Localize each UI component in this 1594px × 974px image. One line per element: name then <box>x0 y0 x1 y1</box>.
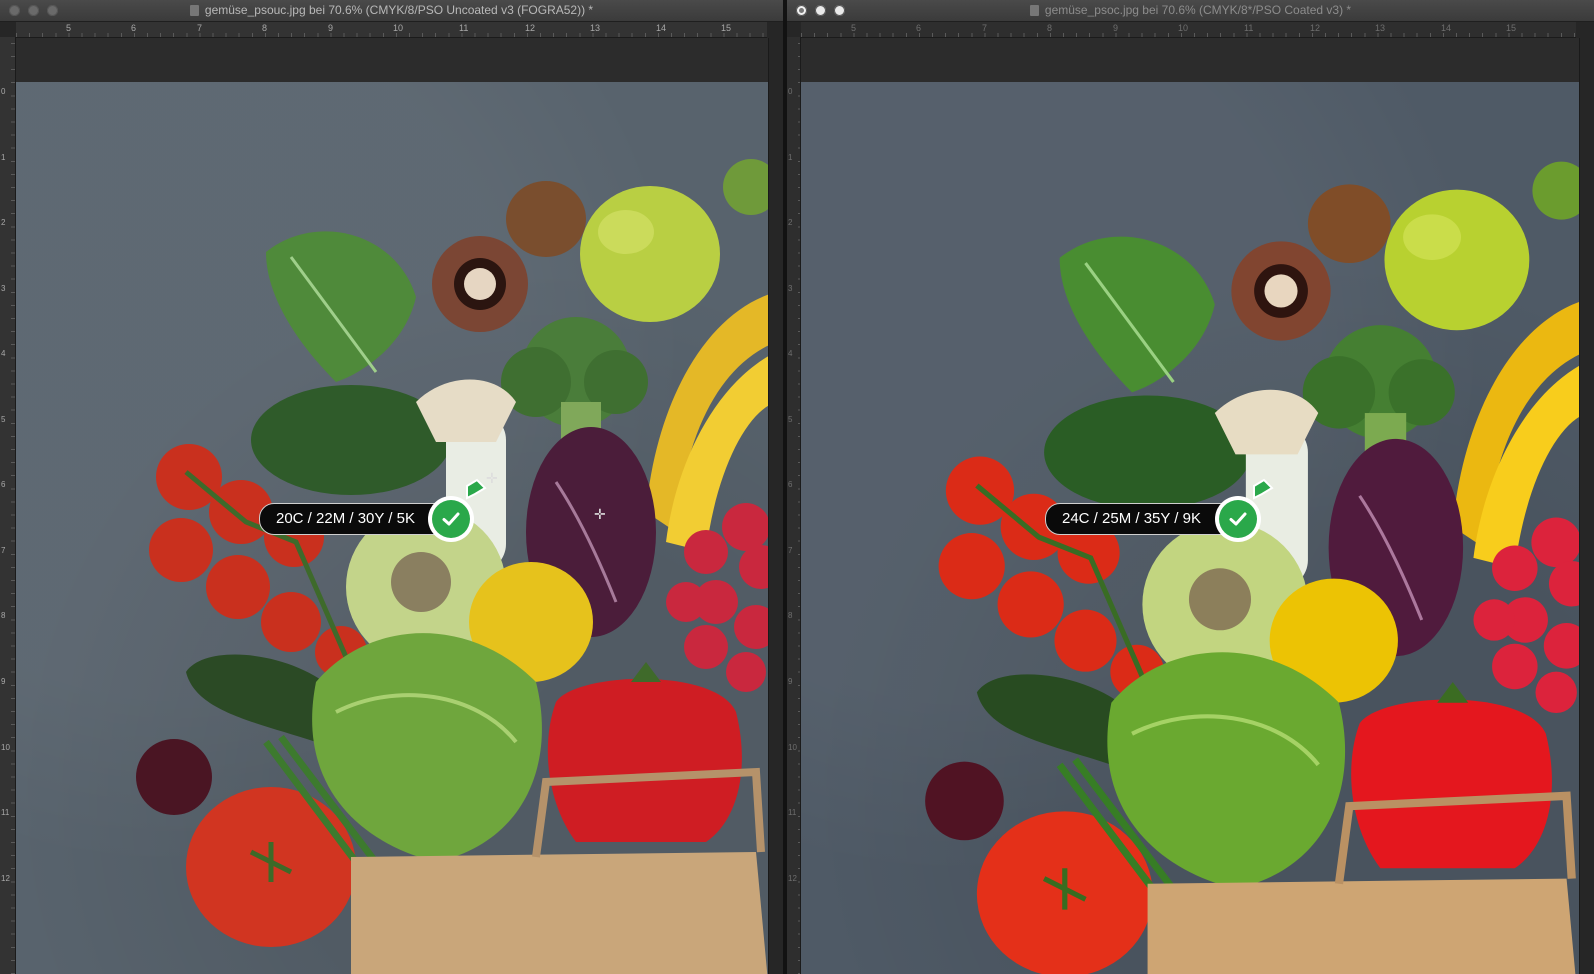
title-bar[interactable]: gemüse_psouc.jpg bei 70.6% (CMYK/8/PSO U… <box>0 0 783 22</box>
ruler-tick: 1 <box>788 153 793 162</box>
pasteboard <box>801 38 1580 82</box>
ruler-tick: 6 <box>788 480 793 489</box>
document-window-left[interactable]: gemüse_psouc.jpg bei 70.6% (CMYK/8/PSO U… <box>0 0 783 974</box>
ruler-tick: 8 <box>1 611 6 620</box>
ruler-tick: 9 <box>1113 23 1119 33</box>
crosshair-icon: ✛ <box>486 470 498 486</box>
ruler-tick: 12 <box>1 874 10 883</box>
ruler-tick: 3 <box>1 284 6 293</box>
ruler-tick: 5 <box>788 415 793 424</box>
check-circle-icon <box>428 496 474 542</box>
window-title: gemüse_psouc.jpg bei 70.6% (CMYK/8/PSO U… <box>0 0 783 21</box>
ruler-tick: 10 <box>788 743 797 752</box>
checkmark-glyph <box>1229 512 1247 526</box>
ruler-tick: 13 <box>1375 23 1386 33</box>
ruler-tick: 6 <box>131 23 137 33</box>
ruler-tick: 10 <box>393 23 404 33</box>
ruler-tick: 5 <box>66 23 72 33</box>
ruler-tick: 14 <box>656 23 667 33</box>
sampler-pointer-icon <box>466 478 487 500</box>
vertical-scrollbar[interactable] <box>768 38 783 974</box>
ruler-tick: 6 <box>916 23 922 33</box>
window-title: gemüse_psoc.jpg bei 70.6% (CMYK/8*/PSO C… <box>787 0 1594 21</box>
ruler-tick: 10 <box>1178 23 1189 33</box>
checkmark-glyph <box>442 512 460 526</box>
horizontal-ruler[interactable]: 5 6 7 8 9 10 11 12 13 14 15 <box>16 22 767 38</box>
ruler-tick: 8 <box>788 611 793 620</box>
ruler-tick: 8 <box>1047 23 1053 33</box>
document-icon <box>189 5 199 16</box>
ruler-tick: 12 <box>1310 23 1321 33</box>
crosshair-icon: ✛ <box>594 506 606 522</box>
ruler-tick: 5 <box>851 23 857 33</box>
ruler-tick: 12 <box>525 23 536 33</box>
ruler-tick: 9 <box>788 677 793 686</box>
ruler-tick: 8 <box>262 23 268 33</box>
ruler-tick: 2 <box>788 218 793 227</box>
title-bar[interactable]: gemüse_psoc.jpg bei 70.6% (CMYK/8*/PSO C… <box>787 0 1594 22</box>
ruler-tick: 13 <box>590 23 601 33</box>
vertical-ruler[interactable]: 0 1 2 3 4 5 6 7 8 9 10 11 12 <box>0 37 16 974</box>
ruler-tick: 11 <box>459 23 469 33</box>
ruler-tick: 5 <box>1 415 6 424</box>
document-icon <box>1029 5 1039 16</box>
ruler-tick: 6 <box>1 480 6 489</box>
ruler-tick: 11 <box>1 808 10 817</box>
ruler-tick: 11 <box>1244 23 1254 33</box>
pasteboard <box>16 38 769 82</box>
vertical-ruler[interactable]: 0 1 2 3 4 5 6 7 8 9 10 11 12 <box>787 37 801 974</box>
ruler-tick: 4 <box>1 349 6 358</box>
ruler-tick: 2 <box>1 218 6 227</box>
ruler-tick: 14 <box>1441 23 1452 33</box>
document-window-right[interactable]: gemüse_psoc.jpg bei 70.6% (CMYK/8*/PSO C… <box>787 0 1594 974</box>
sampler-pointer-icon <box>1253 478 1274 500</box>
ruler-tick: 15 <box>721 23 732 33</box>
ruler-tick: 3 <box>788 284 793 293</box>
ruler-tick: 4 <box>788 349 793 358</box>
ruler-tick: 7 <box>1 546 6 555</box>
vertical-scrollbar[interactable] <box>1579 38 1594 974</box>
ruler-tick: 7 <box>788 546 793 555</box>
ruler-tick: 7 <box>982 23 988 33</box>
ruler-tick: 9 <box>328 23 334 33</box>
horizontal-ruler[interactable]: 5 6 7 8 9 10 11 12 13 14 15 <box>801 22 1576 38</box>
ruler-tick: 9 <box>1 677 6 686</box>
ruler-tick: 15 <box>1506 23 1517 33</box>
ruler-tick: 7 <box>197 23 203 33</box>
ruler-tick: 0 <box>1 87 6 96</box>
ruler-tick: 10 <box>1 743 10 752</box>
ruler-tick: 1 <box>1 153 6 162</box>
ruler-tick: 0 <box>788 87 793 96</box>
ruler-tick: 11 <box>788 808 797 817</box>
check-circle-icon <box>1215 496 1261 542</box>
ruler-tick: 12 <box>788 874 797 883</box>
